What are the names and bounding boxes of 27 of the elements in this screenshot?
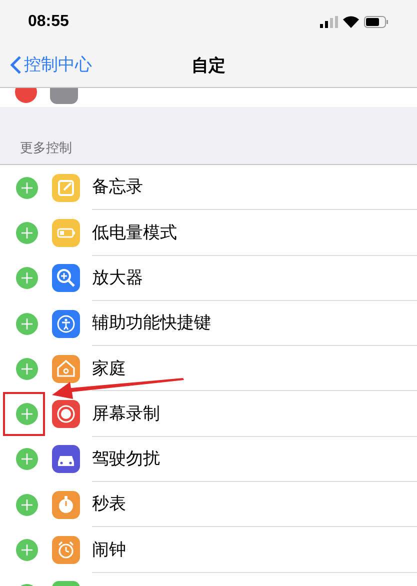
item-label: 家庭 [92, 358, 126, 380]
item-label: 秒表 [92, 493, 126, 516]
add-button[interactable] [16, 403, 38, 426]
add-button[interactable] [16, 312, 38, 335]
add-button[interactable] [16, 267, 38, 290]
item-label: 闹钟 [92, 538, 126, 561]
highlight-frame [3, 392, 45, 436]
add-button[interactable] [16, 222, 38, 244]
item-label: 放大器 [92, 266, 143, 289]
item-label: 低电量模式 [92, 222, 177, 244]
status-time: 08:55 [28, 12, 69, 32]
nav-title: 自定 [192, 54, 226, 77]
item-label: 驾驶勿扰 [92, 448, 160, 470]
battery-icon [364, 16, 389, 28]
back-button[interactable]: 控制中心 [10, 52, 92, 78]
add-button[interactable] [16, 448, 38, 470]
add-button[interactable] [16, 358, 38, 380]
back-chevron-icon [10, 54, 22, 75]
wifi-icon [343, 16, 359, 28]
section-header: 更多控制 [20, 138, 72, 156]
add-button[interactable] [16, 494, 38, 516]
item-label: 屏幕录制 [92, 402, 160, 425]
signal-icon [320, 16, 338, 28]
item-label: 辅助功能快捷键 [92, 312, 211, 334]
add-button[interactable] [16, 539, 38, 562]
item-label: 备忘录 [92, 176, 143, 198]
add-button[interactable] [16, 176, 38, 199]
